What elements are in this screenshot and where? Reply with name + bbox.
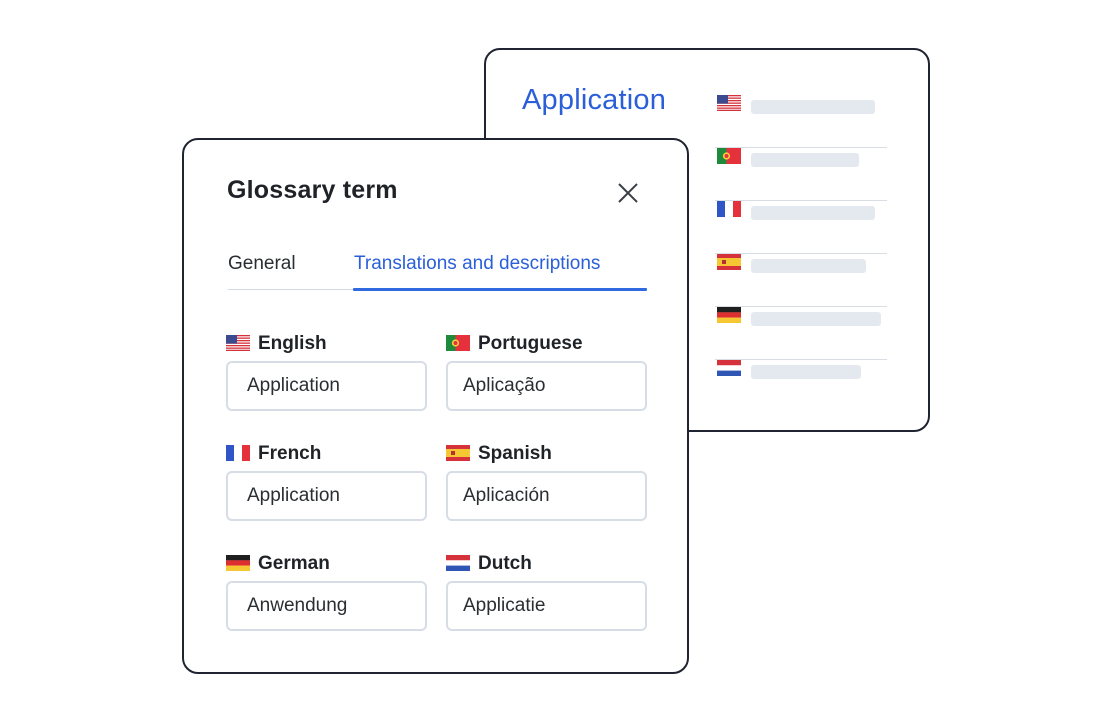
preview-row-portuguese — [715, 148, 887, 201]
netherlands-flag-icon — [717, 360, 741, 376]
translation-placeholder-bar — [751, 100, 875, 114]
spain-flag-icon — [717, 254, 741, 270]
dialog-title: Glossary term — [227, 176, 398, 204]
active-tab-indicator — [353, 288, 647, 291]
translation-placeholder-bar — [751, 259, 866, 273]
field-spanish: Spanish — [446, 442, 647, 521]
preview-row-french — [715, 201, 887, 254]
field-german: German — [226, 552, 427, 631]
field-french: French — [226, 442, 427, 521]
tab-label: Translations and descriptions — [354, 253, 601, 274]
netherlands-flag-icon — [446, 555, 470, 571]
dialog-tabs: General Translations and descriptions — [228, 248, 647, 291]
us-flag-icon — [717, 95, 741, 111]
language-label: German — [258, 553, 330, 574]
portugal-flag-icon — [717, 148, 741, 164]
translation-placeholder-bar — [751, 365, 861, 379]
language-label: Spanish — [478, 443, 552, 464]
language-label: Dutch — [478, 553, 532, 574]
translation-input-french[interactable] — [226, 471, 427, 521]
field-dutch: Dutch — [446, 552, 647, 631]
close-button[interactable] — [612, 177, 644, 209]
translation-input-english[interactable] — [226, 361, 427, 411]
germany-flag-icon — [717, 307, 741, 323]
translation-placeholder-bar — [751, 206, 875, 220]
france-flag-icon — [717, 201, 741, 217]
tab-general[interactable]: General — [228, 248, 296, 290]
preview-row-spanish — [715, 254, 887, 307]
glossary-term-dialog: Glossary term General Translations and d… — [182, 138, 689, 674]
translation-input-portuguese[interactable] — [446, 361, 647, 411]
field-portuguese: Portuguese — [446, 332, 647, 411]
translation-placeholder-bar — [751, 312, 881, 326]
language-label: French — [258, 443, 322, 464]
term-preview-title: Application — [522, 84, 667, 116]
close-icon — [612, 177, 644, 209]
preview-row-english — [715, 95, 887, 148]
france-flag-icon — [226, 445, 250, 461]
tab-translations-and-descriptions[interactable]: Translations and descriptions — [353, 248, 647, 291]
spain-flag-icon — [446, 445, 470, 461]
portugal-flag-icon — [446, 335, 470, 351]
translation-placeholder-bar — [751, 153, 859, 167]
preview-row-dutch — [715, 360, 887, 390]
translation-input-spanish[interactable] — [446, 471, 647, 521]
preview-row-german — [715, 307, 887, 360]
language-label: Portuguese — [478, 333, 583, 354]
field-english: English — [226, 332, 427, 411]
us-flag-icon — [226, 335, 250, 351]
translation-input-dutch[interactable] — [446, 581, 647, 631]
germany-flag-icon — [226, 555, 250, 571]
language-label: English — [258, 333, 327, 354]
translation-input-german[interactable] — [226, 581, 427, 631]
